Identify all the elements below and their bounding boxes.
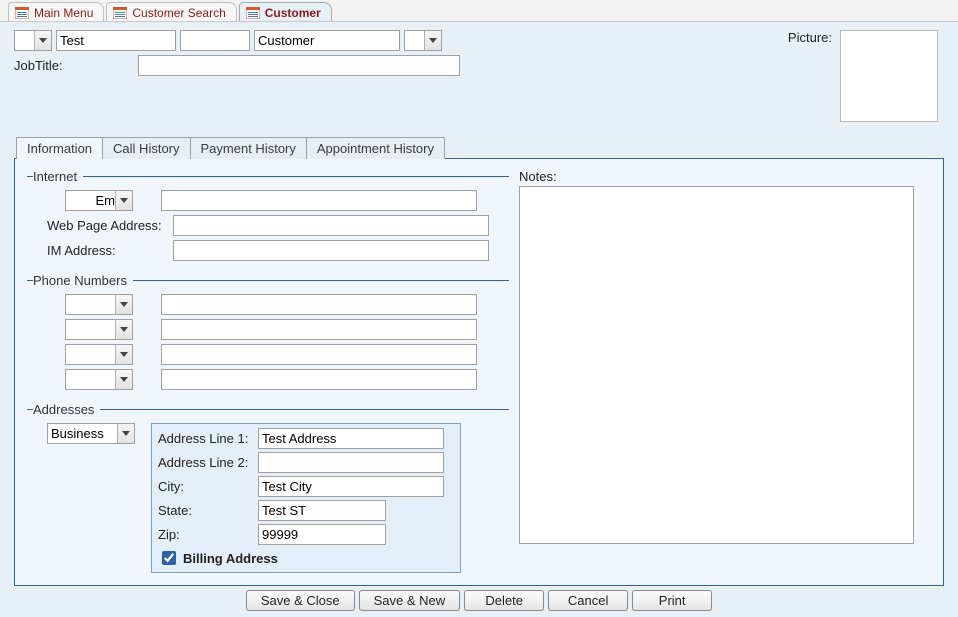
- webpage-label: Web Page Address:: [47, 218, 167, 233]
- delete-button[interactable]: Delete: [464, 590, 544, 611]
- address-type-combo[interactable]: [47, 423, 135, 444]
- doc-tab-customer-search[interactable]: Customer Search: [106, 2, 236, 21]
- tab-appointment-history[interactable]: Appointment History: [307, 137, 445, 159]
- internet-legend: Internet: [33, 169, 83, 184]
- phone-type-combo[interactable]: [65, 369, 133, 390]
- phone-group: Phone Numbers: [27, 273, 509, 394]
- internet-group: Internet Web Page Address:: [27, 169, 509, 265]
- phone-number-input[interactable]: [161, 369, 477, 390]
- address-block: Address Line 1: Address Line 2: City: St…: [151, 423, 461, 573]
- notes-label: Notes:: [519, 169, 931, 184]
- email-type-combo[interactable]: [65, 190, 133, 211]
- address-group: Addresses Address Line 1: Address Line 2…: [27, 402, 509, 573]
- addr-state-label: State:: [158, 503, 254, 518]
- addr-line2-label: Address Line 2:: [158, 455, 254, 470]
- doc-tab-customer[interactable]: Customer: [239, 2, 332, 21]
- name-prefix-combo[interactable]: [14, 30, 52, 51]
- tab-payment-history[interactable]: Payment History: [191, 137, 307, 159]
- jobtitle-input[interactable]: [138, 55, 460, 76]
- phone-type-combo[interactable]: [65, 294, 133, 315]
- name-suffix-combo[interactable]: [404, 30, 442, 51]
- addr-zip-label: Zip:: [158, 527, 254, 542]
- im-input[interactable]: [173, 240, 489, 261]
- im-label: IM Address:: [47, 243, 167, 258]
- phone-number-input[interactable]: [161, 294, 477, 315]
- last-name-input[interactable]: [254, 30, 400, 51]
- doc-tab-label: Customer Search: [132, 6, 225, 20]
- save-close-button[interactable]: Save & Close: [246, 590, 355, 611]
- doc-tab-label: Main Menu: [34, 6, 93, 20]
- tab-panel-information: Internet Web Page Address:: [14, 158, 944, 586]
- addr-state-input[interactable]: [258, 500, 386, 521]
- document-tabs: Main Menu Customer Search Customer: [0, 0, 958, 22]
- phone-type-combo[interactable]: [65, 319, 133, 340]
- doc-tab-label: Customer: [265, 6, 321, 20]
- phone-number-input[interactable]: [161, 319, 477, 340]
- form-icon: [113, 7, 127, 19]
- record-tabs: Information Call History Payment History…: [16, 136, 944, 158]
- addr-line2-input[interactable]: [258, 452, 444, 473]
- email-input[interactable]: [161, 190, 477, 211]
- print-button[interactable]: Print: [632, 590, 712, 611]
- first-name-input[interactable]: [56, 30, 176, 51]
- save-new-button[interactable]: Save & New: [359, 590, 461, 611]
- form-icon: [15, 7, 29, 19]
- addr-line1-input[interactable]: [258, 428, 444, 449]
- addr-line1-label: Address Line 1:: [158, 431, 254, 446]
- addr-city-label: City:: [158, 479, 254, 494]
- picture-label: Picture:: [788, 30, 832, 122]
- form-icon: [246, 7, 260, 19]
- billing-address-checkbox[interactable]: [162, 551, 176, 565]
- phone-type-combo[interactable]: [65, 344, 133, 365]
- phone-number-input[interactable]: [161, 344, 477, 365]
- middle-name-input[interactable]: [180, 30, 250, 51]
- addr-zip-input[interactable]: [258, 524, 386, 545]
- picture-box[interactable]: [840, 30, 938, 122]
- doc-tab-main-menu[interactable]: Main Menu: [8, 2, 104, 21]
- phone-legend: Phone Numbers: [33, 273, 133, 288]
- billing-address-label: Billing Address: [183, 551, 278, 566]
- tab-information[interactable]: Information: [16, 137, 103, 159]
- tab-call-history[interactable]: Call History: [103, 137, 190, 159]
- cancel-button[interactable]: Cancel: [548, 590, 628, 611]
- jobtitle-label: JobTitle:: [14, 58, 134, 73]
- addr-city-input[interactable]: [258, 476, 444, 497]
- webpage-input[interactable]: [173, 215, 489, 236]
- action-buttons: Save & Close Save & New Delete Cancel Pr…: [14, 590, 944, 617]
- notes-textarea[interactable]: [519, 186, 914, 544]
- address-legend: Addresses: [33, 402, 100, 417]
